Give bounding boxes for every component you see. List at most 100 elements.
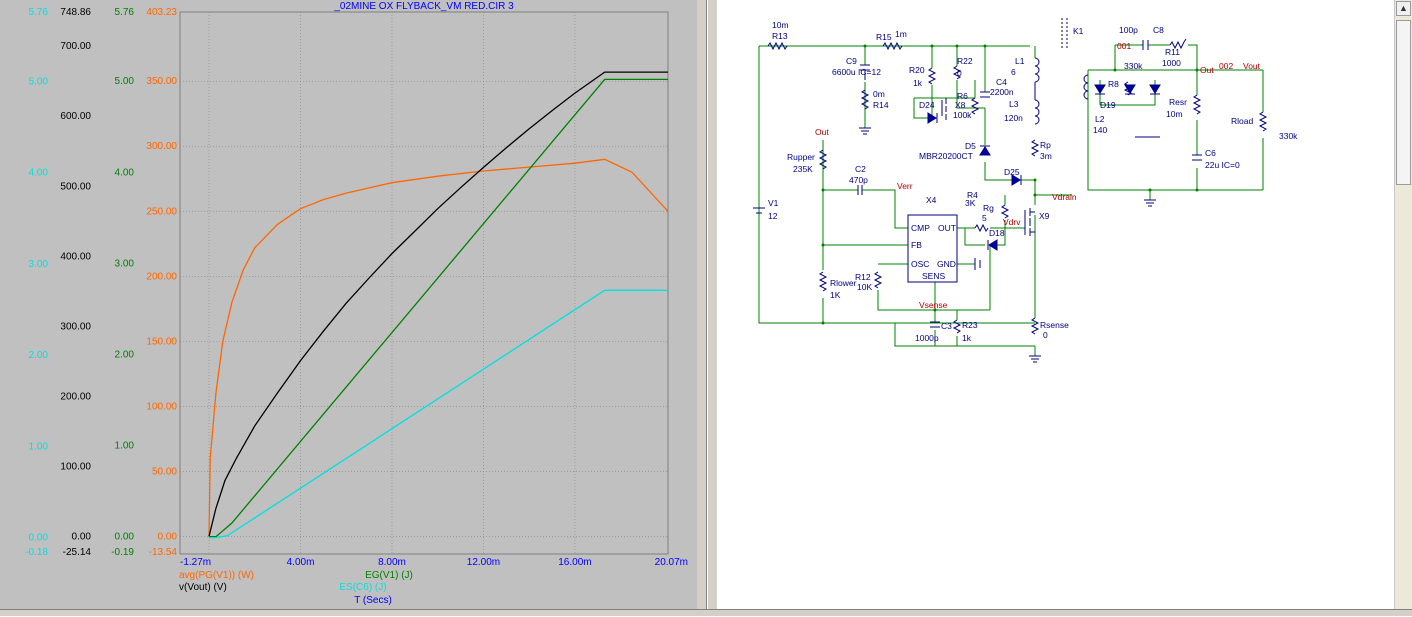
label-r6v: 100k <box>953 110 972 120</box>
label-verr: Verr <box>897 181 913 191</box>
label-r11v: 1000 <box>1162 58 1181 68</box>
schematic-labels: 10m R13 R15 1m C9 6600u IC=12 0m R14 R20… <box>768 20 1298 343</box>
y-axis-top-label: 5.76 <box>115 7 135 18</box>
y-axis-top-label: 748.86 <box>60 7 91 18</box>
label-rlower: Rlower <box>830 278 857 288</box>
label-x9: X9 <box>1039 211 1050 221</box>
plot-title: _02MINE OX FLYBACK_VM RED.CIR 3 <box>333 1 514 12</box>
label-c2v: 470p <box>849 175 868 185</box>
y-tick-label: 500.00 <box>60 181 91 192</box>
coupling-k1 <box>1061 18 1068 48</box>
y-tick-label: 4.00 <box>29 168 49 179</box>
label-vdrv: Vdrv <box>1003 217 1021 227</box>
legend-item: v(Vout) (V) <box>179 582 227 593</box>
label-d25: D25 <box>1004 167 1020 177</box>
legend-item: avg(PG(V1)) (W) <box>179 570 254 581</box>
mosfet-x9 <box>1024 208 1035 236</box>
label-r13: R13 <box>772 31 788 41</box>
label-c4v: 2200n <box>990 87 1014 97</box>
scroll-up-button[interactable]: ▲ <box>1396 1 1411 16</box>
label-x8: X8 <box>955 100 966 110</box>
label-gnd: GND <box>937 259 956 269</box>
label-x4: X4 <box>926 195 937 205</box>
label-d24: D24 <box>919 100 935 110</box>
scroll-thumb[interactable] <box>1396 20 1411 185</box>
label-r15v: 1m <box>895 29 907 39</box>
label-rloadv: 330k <box>1279 131 1298 141</box>
resistor-rsense <box>1030 317 1040 335</box>
waveform-plot-pane[interactable]: _02MINE OX FLYBACK_VM RED.CIR 3 5.76 -0.1… <box>0 0 697 612</box>
label-rupperv: 235K <box>793 164 813 174</box>
label-out1: Out <box>815 127 829 137</box>
diode-d19b <box>1149 84 1161 95</box>
label-d18: D18 <box>989 228 1005 238</box>
x-tick-label: 8.00m <box>378 557 406 568</box>
y-tick-label: 700.00 <box>60 41 91 52</box>
y-axis-bottom-label: -13.54 <box>149 547 178 558</box>
label-c3v: 1000p <box>915 333 939 343</box>
label-c6: C6 <box>1205 148 1216 158</box>
y-axis-top-label: 403.23 <box>146 7 177 18</box>
x-axis: -1.27m 4.00m 8.00m 12.00m 16.00m 20.07m <box>180 557 688 568</box>
vertical-scrollbar[interactable]: ▲ <box>1394 0 1412 612</box>
label-r12: R12 <box>855 272 871 282</box>
label-c6v: 22u IC=0 <box>1205 160 1240 170</box>
label-rg: Rg <box>983 203 994 213</box>
label-l1v: 6 <box>1011 67 1016 77</box>
label-r11: R11 <box>1165 47 1180 57</box>
label-rgv: 5 <box>982 213 987 223</box>
label-k1: K1 <box>1073 26 1084 36</box>
label-outpin: OUT <box>938 223 956 233</box>
label-rpv: 3m <box>1040 151 1052 161</box>
label-rsense: Rsense <box>1040 320 1069 330</box>
inductor-l2 <box>1083 74 1089 100</box>
resistor-r23 <box>952 319 962 334</box>
label-r22: R22 <box>957 56 973 66</box>
label-l1: L1 <box>1015 56 1025 66</box>
pane-splitter[interactable] <box>697 0 717 615</box>
y-tick-label: 3.00 <box>29 259 49 270</box>
capacitor-c6 <box>1192 154 1202 161</box>
capacitor-c8 <box>1142 40 1149 50</box>
label-v1v: 12 <box>768 211 778 221</box>
y-tick-label: 0.00 <box>158 531 178 542</box>
label-resrv: 10m <box>1166 109 1183 119</box>
waveform-plot[interactable]: _02MINE OX FLYBACK_VM RED.CIR 3 5.76 -0.1… <box>0 0 697 612</box>
label-r14v: 0m <box>873 89 885 99</box>
schematic-pane[interactable]: 10m R13 R15 1m C9 6600u IC=12 0m R14 R20… <box>717 0 1394 612</box>
schematic-canvas[interactable]: 10m R13 R15 1m C9 6600u IC=12 0m R14 R20… <box>717 0 1394 612</box>
label-r12v: 10K <box>857 282 872 292</box>
y-tick-label: 50.00 <box>152 466 177 477</box>
x-tick-label: -1.27m <box>180 557 211 568</box>
y-tick-label: 1.00 <box>29 441 49 452</box>
label-r20: R20 <box>909 65 925 75</box>
y-tick-label: 5.00 <box>115 76 135 87</box>
y-tick-label: 0.00 <box>115 532 135 543</box>
resistor-resr <box>1192 94 1202 115</box>
resistor-rg <box>974 223 989 233</box>
label-cmp: CMP <box>911 223 930 233</box>
y-axes: 5.76 -0.18 5.00 4.00 3.00 2.00 1.00 0.00 748.86 -… <box>25 7 177 558</box>
y-tick-label: 1.00 <box>115 441 135 452</box>
y-tick-label: 400.00 <box>60 251 91 262</box>
y-tick-label: 600.00 <box>60 111 91 122</box>
y-tick-label: 300.00 <box>60 321 91 332</box>
x-tick-label: 4.00m <box>287 557 315 568</box>
resistor-rp <box>1030 139 1040 157</box>
legend-item: EG(V1) (J) <box>365 570 413 581</box>
plot-area[interactable] <box>179 11 669 555</box>
legend[interactable]: avg(PG(V1)) (W)v(Vout) (V) EG(V1) (J)ES(C… <box>179 570 413 593</box>
resistor-rlower <box>818 271 828 292</box>
resistor-rload <box>1258 111 1268 132</box>
y-tick-label: 300.00 <box>146 141 177 152</box>
label-vdrain: Vdrain <box>1052 192 1077 202</box>
label-rupper: Rupper <box>787 152 815 162</box>
label-r15: R15 <box>876 32 892 42</box>
diode-d18 <box>987 239 998 251</box>
y-axis-bottom-label: -25.14 <box>63 547 92 558</box>
label-vout: Vout <box>1243 61 1261 71</box>
ground-secondary <box>1144 199 1156 207</box>
label-rsensev: 0 <box>1043 330 1048 340</box>
y-axis-bottom-label: -0.19 <box>111 547 134 558</box>
inductor-l1 <box>1034 57 1040 83</box>
